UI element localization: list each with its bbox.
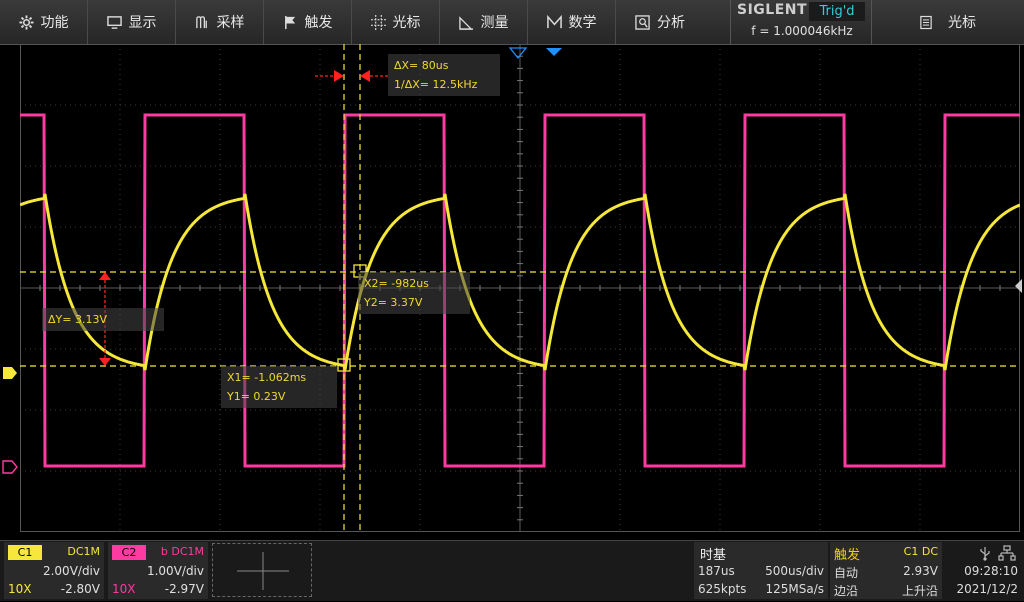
trigger-source: C1 DC <box>903 545 938 558</box>
menu-acquire-button[interactable]: 采样 <box>176 0 264 44</box>
menu-analysis-button[interactable]: 分析 <box>616 0 704 44</box>
trigger-title: 触发 <box>834 548 861 563</box>
cursor-delta-y-readout: ΔY= 3.13V <box>42 308 164 331</box>
math-icon <box>546 14 562 28</box>
menu-trigger-label: 触发 <box>304 15 333 31</box>
cursor-x1-readout: X1= -1.062ms Y1= 0.23V <box>221 366 337 408</box>
ruler-icon <box>458 15 473 30</box>
waveform-canvas[interactable] <box>20 44 1020 532</box>
ch2-offset: -2.97V <box>164 582 204 596</box>
ch1-tag: C1 <box>8 545 42 560</box>
expand-panel-arrow-icon[interactable] <box>1014 278 1024 294</box>
gear-icon <box>18 14 34 30</box>
ch1-probe: 10X <box>8 582 32 596</box>
ch1-offset-marker-icon[interactable] <box>2 366 18 380</box>
trigger-level: 2.93V <box>903 564 938 578</box>
x1-value: X1= -1.062ms <box>227 371 307 384</box>
graticule <box>20 44 1020 532</box>
document-icon <box>920 15 932 29</box>
monitor-icon <box>106 15 122 29</box>
delta-x-value: ΔX= 80us <box>394 59 449 72</box>
ch2-probe: 10X <box>112 582 136 596</box>
inv-delta-x-value: 1/ΔX= 12.5kHz <box>394 78 478 91</box>
trigger-status-badge: Trig'd <box>809 2 865 21</box>
menu-analysis-label: 分析 <box>657 15 685 31</box>
menu-math-label: 数学 <box>568 15 597 31</box>
timebase-memory: 625kpts <box>698 582 747 596</box>
menu-function-label: 功能 <box>40 15 69 31</box>
menu-measure-label: 测量 <box>480 15 509 31</box>
timebase-sample-rate: 125MSa/s <box>765 582 824 596</box>
ch2-offset-marker-icon[interactable] <box>2 460 18 474</box>
brand-logo: SIGLENT <box>737 2 808 18</box>
delta-y-value: ΔY= 3.13V <box>48 313 107 326</box>
y2-value: Y2= 3.37V <box>364 296 423 309</box>
delta-x-arrow-icon <box>315 70 388 82</box>
menu-display-button[interactable]: 显示 <box>88 0 176 44</box>
ch2-info-panel[interactable]: C2 b DC1M 1.00V/div 10X -2.97V <box>108 542 208 599</box>
trigger-panel[interactable]: 触发 C1 DC 自动 2.93V 边沿 上升沿 <box>830 542 942 599</box>
trigger-status-panel: SIGLENT Trig'd f = 1.000046kHz <box>730 0 872 44</box>
trigger-mode: 自动 <box>834 566 859 580</box>
system-status-panel: 09:28:10 2021/12/2 <box>944 542 1024 599</box>
cursor-x2-readout: X2= -982us Y2= 3.37V <box>358 272 470 314</box>
add-channel-crosshair-icon <box>237 552 289 590</box>
flag-icon <box>284 15 295 29</box>
network-icon <box>998 545 1016 561</box>
ch1-coupling: DC1M <box>67 545 100 558</box>
crosshair-icon <box>370 14 386 30</box>
menu-function-button[interactable]: 功能 <box>0 0 88 44</box>
top-menu-bar: 功能 显示 采样 触发 光标 测量 数学 分析 SIGLENT Trig'd f… <box>0 0 1024 45</box>
trigger-type: 边沿 <box>834 584 859 598</box>
waveform-display[interactable]: ΔX= 80us 1/ΔX= 12.5kHz X2= -982us Y2= 3.… <box>20 44 1020 532</box>
menu-cursors-button[interactable]: 光标 <box>352 0 440 44</box>
ch1-info-panel[interactable]: C1 DC1M 2.00V/div 10X -2.80V <box>4 542 104 599</box>
sampling-icon <box>195 15 207 28</box>
frequency-counter: f = 1.000046kHz <box>751 24 853 38</box>
system-time: 09:28:10 <box>964 564 1018 578</box>
y1-value: Y1= 0.23V <box>227 390 286 403</box>
ch1-vdiv: 2.00V/div <box>42 564 100 578</box>
analysis-icon <box>635 14 650 30</box>
bottom-status-bar: C1 DC1M 2.00V/div 10X -2.80V C2 b DC1M 1… <box>0 540 1024 601</box>
trigger-delay-marker-icon <box>546 48 562 56</box>
timebase-tdiv: 500us/div <box>765 564 824 578</box>
add-channel-slot[interactable] <box>212 543 312 597</box>
menu-trigger-button[interactable]: 触发 <box>264 0 352 44</box>
system-date: 2021/12/2 <box>956 582 1018 596</box>
ch2-vdiv: 1.00V/div <box>146 564 204 578</box>
cursor-menu-button[interactable]: 光标 <box>872 0 1024 44</box>
trigger-slope: 上升沿 <box>901 584 938 598</box>
cursor-delta-x-readout: ΔX= 80us 1/ΔX= 12.5kHz <box>388 54 500 96</box>
timebase-delay: 187us <box>698 564 735 578</box>
timebase-title: 时基 <box>700 548 727 563</box>
menu-math-button[interactable]: 数学 <box>528 0 616 44</box>
x2-value: X2= -982us <box>364 277 429 290</box>
usb-icon <box>980 547 990 561</box>
ch2-coupling: b DC1M <box>160 545 204 558</box>
menu-cursors-label: 光标 <box>392 15 421 31</box>
menu-acquire-label: 采样 <box>216 15 245 31</box>
ch2-tag: C2 <box>112 545 146 560</box>
timebase-panel[interactable]: 时基 187us 500us/div 625kpts 125MSa/s <box>694 542 828 599</box>
cursor-menu-label: 光标 <box>948 15 976 31</box>
menu-display-label: 显示 <box>128 15 157 31</box>
menu-measure-button[interactable]: 测量 <box>440 0 528 44</box>
ch1-offset: -2.80V <box>60 582 100 596</box>
